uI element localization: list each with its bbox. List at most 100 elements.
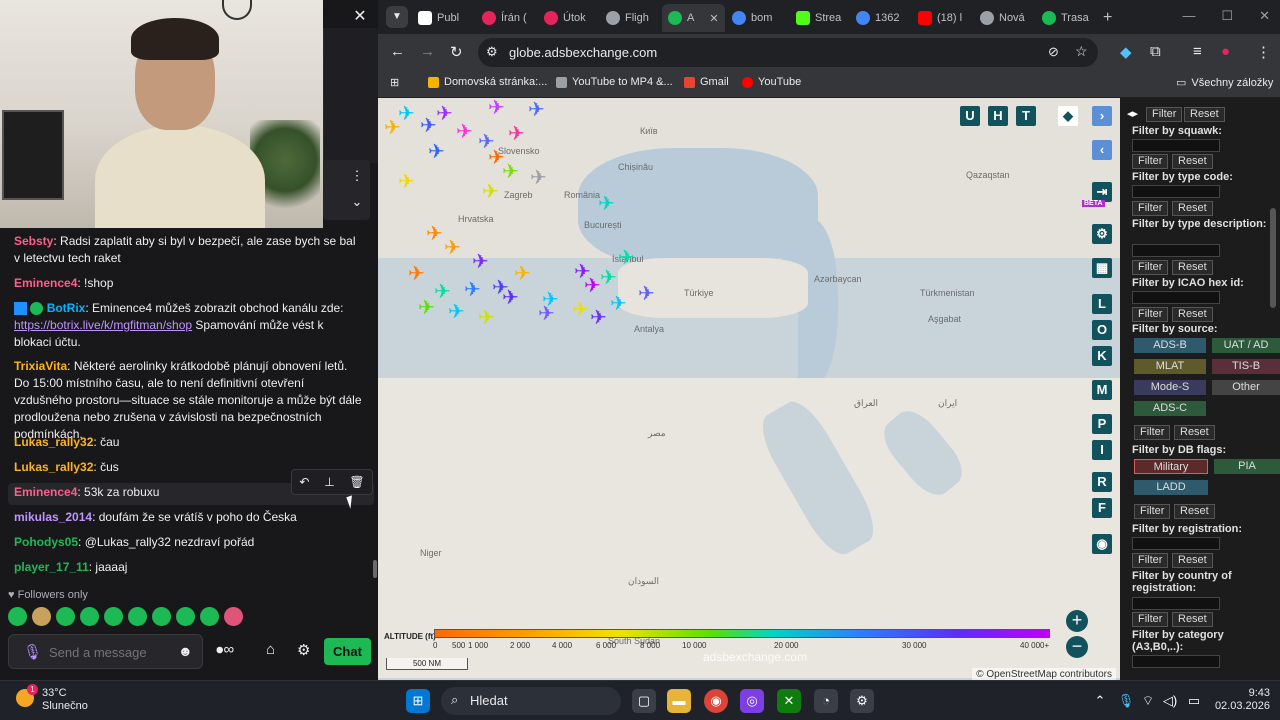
minimize-icon[interactable]: — bbox=[1182, 8, 1195, 24]
chevron-left-icon[interactable]: ‹ bbox=[1092, 140, 1112, 160]
tab-active[interactable]: A ✕ bbox=[662, 4, 725, 32]
chat-send-button[interactable]: Chat bbox=[324, 638, 371, 665]
emote[interactable] bbox=[104, 607, 123, 626]
tab[interactable]: (18) l bbox=[918, 6, 962, 30]
xbox-icon[interactable]: ✕ bbox=[777, 689, 801, 713]
reset-button[interactable]: Reset bbox=[1174, 504, 1215, 519]
close-tab-icon[interactable]: ✕ bbox=[709, 12, 718, 25]
aircraft-icon[interactable]: ✈ bbox=[618, 248, 635, 268]
bookmark-item[interactable]: Gmail bbox=[684, 76, 729, 88]
filter-button[interactable]: Filter bbox=[1146, 107, 1183, 122]
flag-chip[interactable]: LADD bbox=[1134, 480, 1208, 495]
flag-chip[interactable]: PIA bbox=[1214, 459, 1280, 474]
aircraft-icon[interactable]: ✈ bbox=[598, 194, 615, 214]
chevron-right-icon[interactable]: › bbox=[1092, 106, 1112, 126]
category-input[interactable] bbox=[1132, 655, 1220, 668]
chrome-menu-icon[interactable]: ⋮ bbox=[1256, 43, 1271, 61]
microphone-tray-icon[interactable]: 🎙 bbox=[1114, 689, 1138, 713]
microphone-icon[interactable]: 🎙 bbox=[23, 643, 42, 661]
panel-scrollbar[interactable] bbox=[1270, 208, 1276, 308]
aircraft-icon[interactable]: ✈ bbox=[502, 288, 519, 308]
reload-icon[interactable]: ↻ bbox=[450, 43, 463, 61]
source-chip[interactable]: UAT / AD bbox=[1212, 338, 1280, 353]
reset-button[interactable]: Reset bbox=[1172, 154, 1213, 169]
type-desc-input[interactable] bbox=[1132, 244, 1220, 257]
kick-points-icon[interactable]: ⦁∞ bbox=[216, 641, 234, 658]
aircraft-icon[interactable]: ✈ bbox=[610, 294, 627, 314]
aircraft-icon[interactable]: ✈ bbox=[398, 104, 415, 124]
emote[interactable] bbox=[152, 607, 171, 626]
tab[interactable]: Fligh bbox=[606, 6, 649, 30]
player-menu[interactable]: ⋮ ⌄ bbox=[323, 160, 370, 220]
reset-button[interactable]: Reset bbox=[1172, 260, 1213, 275]
aircraft-icon[interactable]: ✈ bbox=[590, 308, 607, 328]
tab[interactable]: Strea bbox=[796, 6, 841, 30]
reset-button[interactable]: Reset bbox=[1172, 612, 1213, 627]
filter-button[interactable]: Filter bbox=[1132, 307, 1169, 322]
chat-input[interactable] bbox=[49, 643, 174, 661]
chrome-icon[interactable]: ◉ bbox=[704, 689, 728, 713]
aircraft-icon[interactable]: ✈ bbox=[508, 124, 525, 144]
map-button-l[interactable]: L bbox=[1092, 294, 1112, 314]
close-icon[interactable]: ✕ bbox=[350, 6, 370, 25]
type-code-input[interactable] bbox=[1132, 185, 1220, 198]
tab[interactable]: bom bbox=[732, 6, 772, 30]
map-button-h[interactable]: H bbox=[988, 106, 1008, 126]
emote[interactable] bbox=[176, 607, 195, 626]
pin-icon[interactable]: ⊥ bbox=[324, 475, 334, 489]
emote[interactable] bbox=[200, 607, 219, 626]
aircraft-icon[interactable]: ✈ bbox=[572, 300, 589, 320]
bookmark-item[interactable]: YouTube bbox=[742, 76, 801, 88]
map-attribution[interactable]: © OpenStreetMap contributors bbox=[972, 668, 1116, 680]
url-text[interactable]: globe.adsbexchange.com bbox=[509, 45, 657, 60]
aircraft-icon[interactable]: ✈ bbox=[448, 302, 465, 322]
aircraft-icon[interactable]: ✈ bbox=[600, 268, 617, 288]
collapse-panel-icon[interactable]: ◂▸ bbox=[1122, 108, 1143, 123]
tab-search-icon[interactable]: ▼ bbox=[386, 6, 408, 28]
filter-button[interactable]: Filter bbox=[1132, 553, 1169, 568]
flight-map[interactable]: Київ Chișinău Slovensko România Bucureșt… bbox=[378, 98, 1120, 680]
bookmark-star-icon[interactable]: ☆ bbox=[1075, 43, 1088, 60]
aircraft-icon[interactable]: ✈ bbox=[398, 172, 415, 192]
reset-button[interactable]: Reset bbox=[1174, 425, 1215, 440]
more-icon[interactable]: ⋮ bbox=[350, 168, 364, 184]
aircraft-icon[interactable]: ✈ bbox=[538, 304, 555, 324]
address-bar[interactable]: ⚙ globe.adsbexchange.com ⊘ ☆ bbox=[478, 38, 1098, 67]
aircraft-icon[interactable]: ✈ bbox=[584, 276, 601, 296]
emote[interactable] bbox=[56, 607, 75, 626]
store-icon[interactable]: ⌂ bbox=[266, 641, 275, 658]
aircraft-icon[interactable]: ✈ bbox=[482, 182, 499, 202]
settings-gear-icon[interactable]: ⚙ bbox=[850, 689, 874, 713]
aircraft-icon[interactable]: ✈ bbox=[530, 168, 547, 188]
all-bookmarks[interactable]: ▭ Všechny záložky bbox=[1176, 76, 1273, 90]
shop-link[interactable]: https://botrix.live/k/mgfitman/shop bbox=[14, 318, 192, 332]
taskbar-search[interactable]: ⌕ Hledat bbox=[441, 687, 621, 715]
registration-input[interactable] bbox=[1132, 537, 1220, 550]
filter-button[interactable]: Filter bbox=[1132, 201, 1169, 216]
tab[interactable]: 1362 bbox=[856, 6, 899, 30]
extension-icon[interactable]: ◆ bbox=[1120, 43, 1132, 61]
apps-icon[interactable]: ⊞ bbox=[390, 76, 399, 89]
filter-button[interactable]: Filter bbox=[1132, 612, 1169, 627]
flag-chip-military[interactable]: Military bbox=[1134, 459, 1208, 474]
aircraft-icon[interactable]: ✈ bbox=[478, 308, 495, 328]
delete-icon[interactable]: 🗑 bbox=[349, 475, 364, 489]
login-icon[interactable]: ⇥ bbox=[1092, 182, 1112, 202]
source-chip[interactable]: ADS-B bbox=[1134, 338, 1206, 353]
aircraft-icon[interactable]: ✈ bbox=[434, 282, 451, 302]
map-button-m[interactable]: M bbox=[1092, 380, 1112, 400]
reset-button[interactable]: Reset bbox=[1172, 201, 1213, 216]
country-input[interactable] bbox=[1132, 597, 1220, 610]
filter-button[interactable]: Filter bbox=[1132, 260, 1169, 275]
tracking-blocked-icon[interactable]: ⊘ bbox=[1048, 44, 1059, 60]
aircraft-icon[interactable]: ✈ bbox=[428, 142, 445, 162]
tab[interactable]: Útok bbox=[544, 6, 586, 30]
icao-input[interactable] bbox=[1132, 291, 1220, 304]
replay-icon[interactable]: ◉ bbox=[1092, 534, 1112, 554]
network-icon[interactable]: ⌔ bbox=[1136, 689, 1160, 713]
aircraft-icon[interactable]: ✈ bbox=[488, 98, 505, 118]
reset-button[interactable]: Reset bbox=[1172, 553, 1213, 568]
undo-icon[interactable]: ↶ bbox=[299, 475, 309, 489]
tab[interactable]: Trasa bbox=[1042, 6, 1089, 30]
aircraft-icon[interactable]: ✈ bbox=[638, 284, 655, 304]
